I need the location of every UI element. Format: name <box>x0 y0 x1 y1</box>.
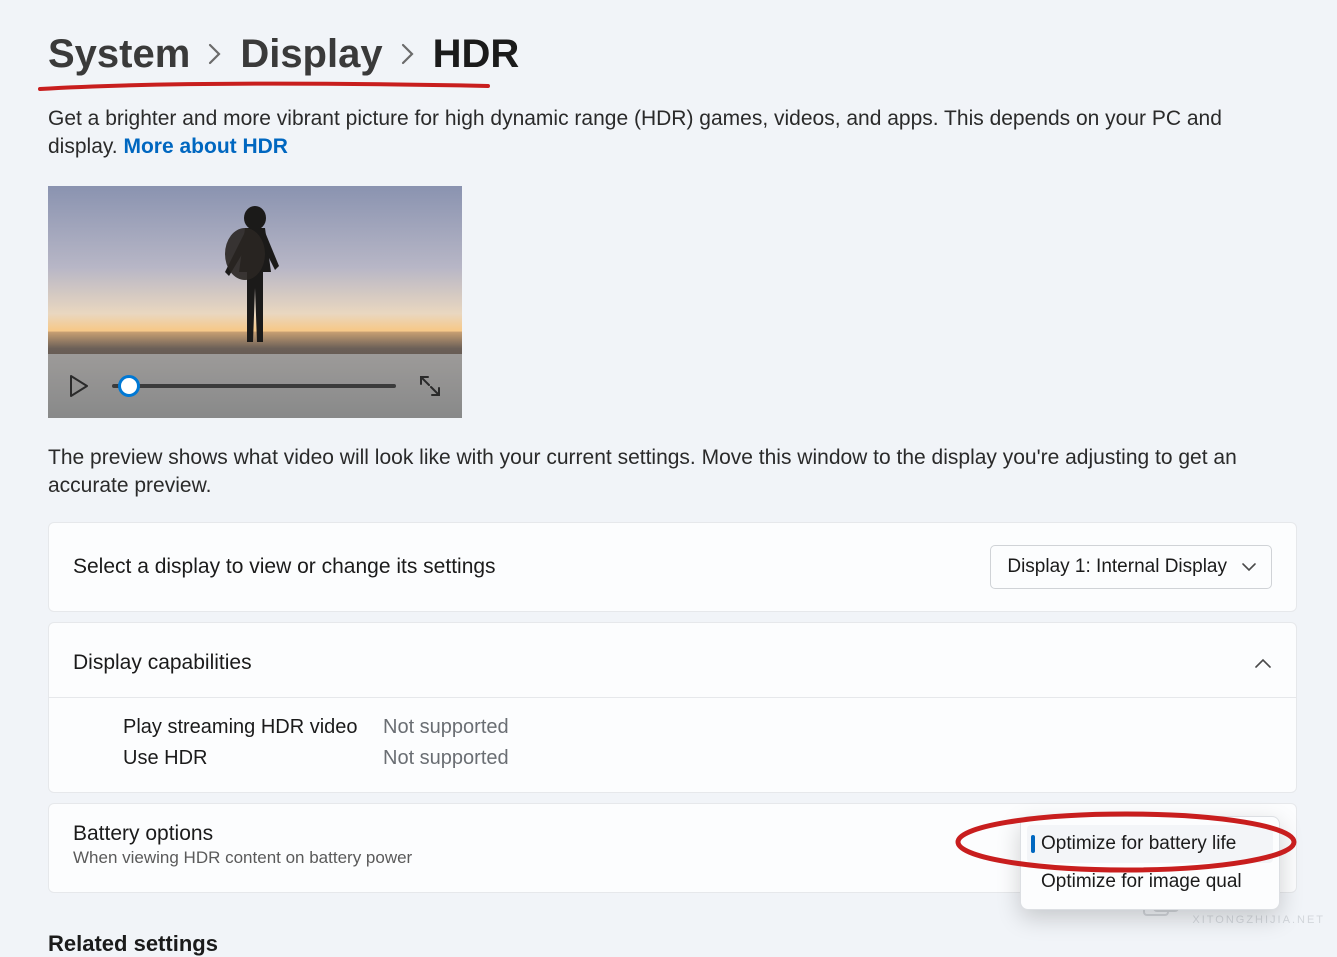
related-settings-heading: Related settings <box>48 931 1297 957</box>
video-seek-slider[interactable] <box>112 384 396 388</box>
hdr-description: Get a brighter and more vibrant picture … <box>48 105 1288 162</box>
preview-caption: The preview shows what video will look l… <box>48 444 1288 501</box>
breadcrumb: System Display HDR <box>48 32 1297 77</box>
dropdown-item-image-quality[interactable]: Optimize for image qual <box>1027 863 1273 901</box>
chevron-right-icon <box>401 41 415 72</box>
breadcrumb-current: HDR <box>433 32 520 77</box>
play-icon[interactable] <box>68 374 90 398</box>
chevron-down-icon <box>1241 556 1257 578</box>
annotation-underline <box>38 80 490 94</box>
display-select-dropdown[interactable]: Display 1: Internal Display <box>990 545 1272 589</box>
display-capabilities-card: Display capabilities Play streaming HDR … <box>48 622 1297 793</box>
cap-row-value: Not supported <box>383 716 1272 739</box>
slider-thumb[interactable] <box>118 375 140 397</box>
watermark-text-en: XITONGZHIJIA.NET <box>1192 914 1325 926</box>
more-about-hdr-link[interactable]: More about HDR <box>123 135 288 158</box>
battery-options-subtitle: When viewing HDR content on battery powe… <box>73 848 412 868</box>
video-controls <box>48 354 462 418</box>
chevron-up-icon <box>1254 651 1272 675</box>
chevron-right-icon <box>208 41 222 72</box>
display-capabilities-header[interactable]: Display capabilities <box>49 623 1296 698</box>
dropdown-item-label: Optimize for battery life <box>1041 833 1236 854</box>
battery-options-title: Battery options <box>73 822 412 846</box>
breadcrumb-display[interactable]: Display <box>240 32 382 77</box>
hdr-preview-video[interactable] <box>48 186 462 418</box>
battery-options-dropdown[interactable]: Optimize for battery life Optimize for i… <box>1020 816 1280 910</box>
display-capabilities-title: Display capabilities <box>73 651 252 675</box>
cap-row-label: Use HDR <box>123 747 383 770</box>
breadcrumb-system[interactable]: System <box>48 32 190 77</box>
display-select-value: Display 1: Internal Display <box>1007 556 1227 577</box>
dropdown-item-battery-life[interactable]: Optimize for battery life <box>1027 825 1273 863</box>
dropdown-item-label: Optimize for image qual <box>1041 871 1242 892</box>
display-select-card: Select a display to view or change its s… <box>48 522 1297 612</box>
cap-row-value: Not supported <box>383 747 1272 770</box>
video-thumbnail-figure <box>215 202 295 352</box>
fullscreen-icon[interactable] <box>418 374 442 398</box>
battery-options-card: Battery options When viewing HDR content… <box>48 803 1297 893</box>
display-select-label: Select a display to view or change its s… <box>73 555 496 579</box>
cap-row-label: Play streaming HDR video <box>123 716 383 739</box>
